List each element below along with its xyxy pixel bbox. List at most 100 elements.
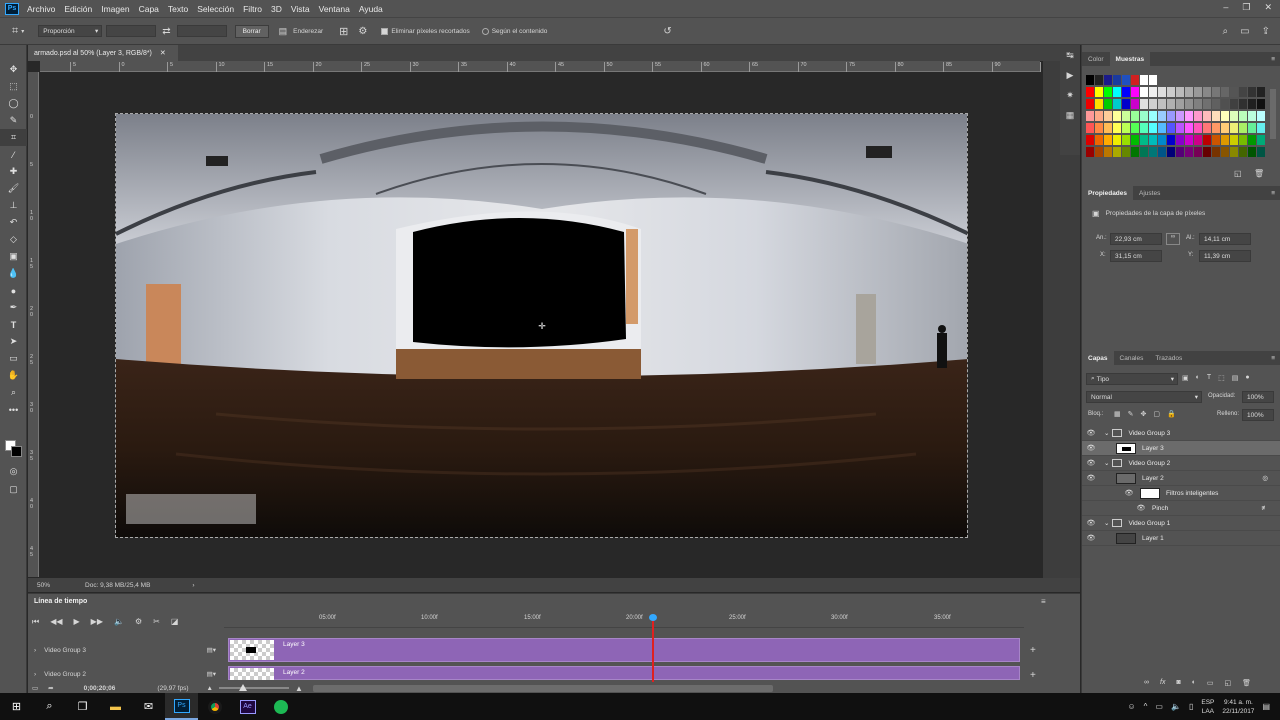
chevron-right-icon[interactable]: › <box>34 671 36 678</box>
swatch-grid[interactable] <box>1086 75 1265 165</box>
color-swatch[interactable] <box>1176 123 1184 133</box>
color-swatch[interactable] <box>1221 135 1229 145</box>
color-swatch[interactable] <box>1167 147 1175 157</box>
color-swatch[interactable] <box>1149 147 1157 157</box>
color-swatch[interactable] <box>1239 147 1247 157</box>
menu-ventana[interactable]: Ventana <box>319 4 350 14</box>
document-image[interactable]: ✛ <box>115 113 968 538</box>
color-swatch[interactable] <box>1131 87 1139 97</box>
film-icon[interactable]: ▤▾ <box>207 646 216 654</box>
color-swatch[interactable] <box>1194 87 1202 97</box>
clock[interactable]: 9:41 a. m. 22/11/2017 <box>1222 698 1254 716</box>
color-swatch[interactable] <box>1257 111 1265 121</box>
smart-filter-icon[interactable]: ◎ <box>1262 474 1268 482</box>
color-swatch[interactable] <box>1185 135 1193 145</box>
mail-icon[interactable]: ✉ <box>132 693 165 720</box>
x-input[interactable]: 31,15 cm <box>1110 250 1162 262</box>
panel-menu-icon[interactable]: ≡ <box>1271 190 1275 197</box>
move-tool-icon[interactable]: ✥ <box>0 61 27 78</box>
link-layers-icon[interactable]: ∞ <box>1144 679 1149 687</box>
eye-icon[interactable]: 👁 <box>1082 534 1100 542</box>
split-icon[interactable]: ✂ <box>153 617 160 627</box>
color-swatch[interactable] <box>1140 123 1148 133</box>
color-swatch[interactable] <box>1113 99 1121 109</box>
color-swatch[interactable] <box>1203 87 1211 97</box>
tab-channels[interactable]: Canales <box>1114 351 1150 365</box>
type-tool-icon[interactable]: T <box>0 316 27 333</box>
menu-capa[interactable]: Capa <box>139 4 159 14</box>
filter-type-icon[interactable]: T <box>1207 374 1211 382</box>
dodge-tool-icon[interactable]: ● <box>0 282 27 299</box>
color-swatch[interactable] <box>1221 87 1229 97</box>
timeline-ruler[interactable]: 05:00f 10:00f 15:00f 20:00f 25:00f 30:00… <box>224 612 1024 628</box>
history-brush-icon[interactable]: ↶ <box>0 214 27 231</box>
chevron-up-icon[interactable]: ^ <box>1144 702 1148 711</box>
color-swatch[interactable] <box>1248 99 1256 109</box>
color-swatch[interactable] <box>1149 111 1157 121</box>
color-swatch[interactable] <box>1122 75 1130 85</box>
tab-color[interactable]: Color <box>1082 52 1110 66</box>
color-swatch[interactable] <box>1131 147 1139 157</box>
tab-paths[interactable]: Trazados <box>1149 351 1188 365</box>
color-swatch[interactable] <box>1185 147 1193 157</box>
menu-ayuda[interactable]: Ayuda <box>359 4 383 14</box>
doc-size[interactable]: Doc: 9,38 MB/25,4 MB <box>85 582 150 589</box>
overlay-grid-icon[interactable]: ⊞ <box>339 25 348 38</box>
play-icon[interactable]: ▶ <box>74 617 80 627</box>
tab-properties[interactable]: Propiedades <box>1082 186 1134 200</box>
panel-menu-icon[interactable]: ≡ <box>1041 597 1046 606</box>
menu-imagen[interactable]: Imagen <box>101 4 129 14</box>
color-swatch[interactable] <box>1239 123 1247 133</box>
color-swatch[interactable] <box>1095 111 1103 121</box>
playhead[interactable] <box>648 614 657 682</box>
color-swatch[interactable] <box>1221 111 1229 121</box>
new-group-icon[interactable]: ▭ <box>1207 679 1214 687</box>
lock-artboard-icon[interactable]: ▢ <box>1153 410 1160 418</box>
gear-icon[interactable]: ⚙ <box>358 26 367 37</box>
ratio-select[interactable]: Proporción ▾ <box>38 25 103 37</box>
color-swatch[interactable] <box>1158 135 1166 145</box>
color-swatch[interactable] <box>1248 87 1256 97</box>
color-swatch[interactable] <box>1221 123 1229 133</box>
panel-menu-icon[interactable]: ≡ <box>1271 56 1275 63</box>
audio-icon[interactable]: 🔈 <box>114 617 124 627</box>
timeline-clip[interactable]: Layer 2 <box>228 666 1020 680</box>
blend-mode-select[interactable]: Normal ▾ <box>1086 391 1202 403</box>
shape-tool-icon[interactable]: ▭ <box>0 350 27 367</box>
zoom-slider[interactable] <box>218 684 289 691</box>
language-indicator[interactable]: ESP LAA <box>1201 698 1214 716</box>
color-swatch[interactable] <box>1176 111 1184 121</box>
tab-layers[interactable]: Capas <box>1082 351 1114 365</box>
color-swatch[interactable] <box>1176 87 1184 97</box>
color-swatch[interactable] <box>1149 87 1157 97</box>
color-swatch[interactable] <box>1149 99 1157 109</box>
color-swatch[interactable] <box>1257 147 1265 157</box>
color-swatch[interactable] <box>1185 99 1193 109</box>
straighten-label[interactable]: Enderezar <box>293 28 323 35</box>
path-select-tool-icon[interactable]: ➤ <box>0 333 27 350</box>
gear-icon[interactable]: ⚙ <box>135 617 142 627</box>
layer-row[interactable]: 👁 Layer 1 <box>1082 531 1280 546</box>
eye-icon[interactable]: 👁 <box>1132 504 1150 512</box>
filter-toggle-icon[interactable]: ● <box>1245 374 1249 382</box>
color-swatch[interactable] <box>1212 147 1220 157</box>
chevron-down-icon[interactable]: ⌄ <box>1104 459 1109 467</box>
windows-start-icon[interactable]: ⊞ <box>0 693 33 720</box>
eyedropper-tool-icon[interactable]: ⁄ <box>0 146 27 163</box>
swatch-scrollbar[interactable] <box>1270 89 1276 139</box>
color-swatch[interactable] <box>1203 147 1211 157</box>
straighten-icon[interactable]: ▤ <box>279 26 288 37</box>
lock-position-icon[interactable]: ✥ <box>1141 410 1147 418</box>
color-swatch[interactable] <box>1239 87 1247 97</box>
color-swatch[interactable] <box>1176 99 1184 109</box>
color-swatch[interactable] <box>1140 135 1148 145</box>
color-swatch[interactable] <box>1113 75 1121 85</box>
swap-icon[interactable]: ⇄ <box>162 26 170 37</box>
color-swatch[interactable] <box>1113 111 1121 121</box>
color-swatch[interactable] <box>1140 147 1148 157</box>
lock-pixels-icon[interactable]: ✎ <box>1128 410 1134 418</box>
color-swatch[interactable] <box>1194 111 1202 121</box>
chevron-down-icon[interactable]: ▾ <box>21 28 24 35</box>
chevron-down-icon[interactable]: ⌄ <box>1104 429 1109 437</box>
zoom-tool-icon[interactable]: ⌕ <box>0 384 27 401</box>
